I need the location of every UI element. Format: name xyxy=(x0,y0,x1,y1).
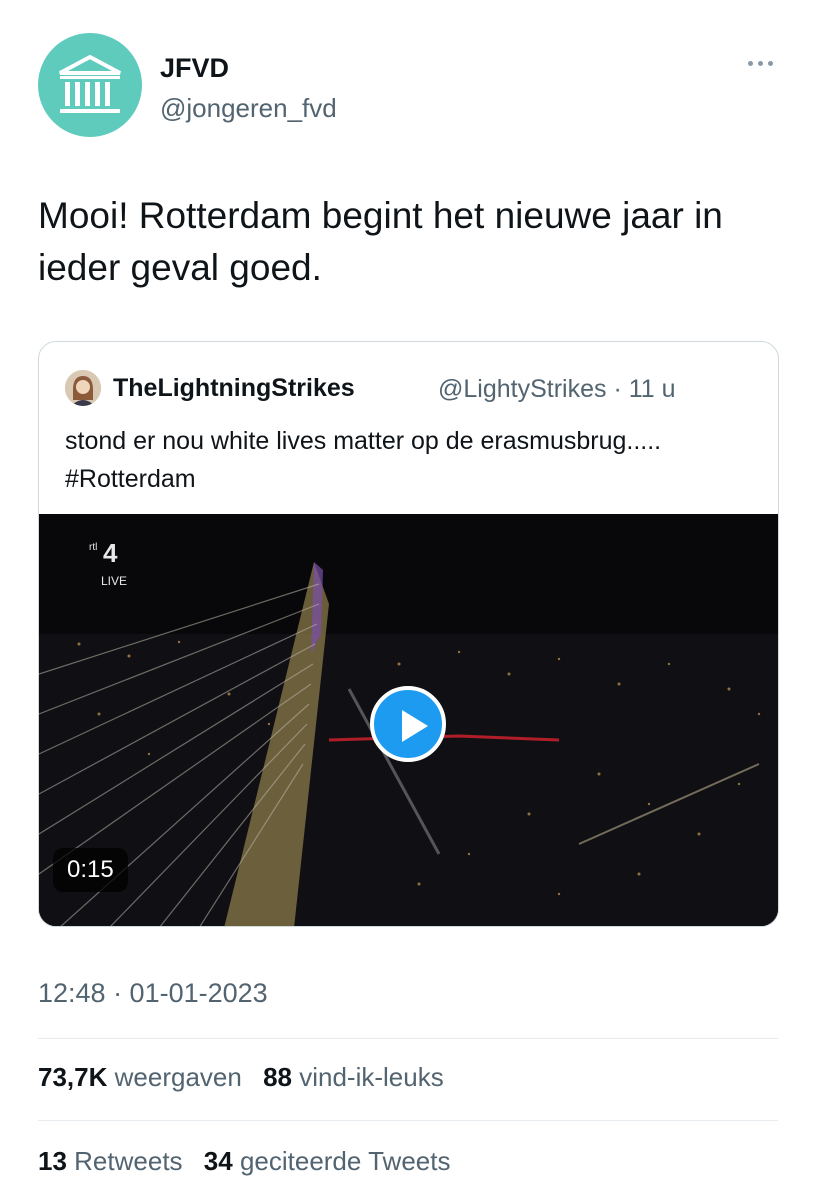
tweet-header: JFVD @jongeren_fvd xyxy=(38,33,778,137)
retweets-stat[interactable]: 13 Retweets xyxy=(38,1146,183,1177)
quoted-author-name[interactable]: TheLightningStrikes xyxy=(113,374,355,403)
views-label: weergaven xyxy=(114,1062,242,1092)
stats-row-views-likes: 73,7K weergaven 88 vind-ik-leuks xyxy=(38,1062,458,1093)
retweets-count: 13 xyxy=(38,1146,67,1176)
author-handle[interactable]: @jongeren_fvd xyxy=(160,93,337,124)
views-stat[interactable]: 73,7K weergaven xyxy=(38,1062,242,1093)
author-name[interactable]: JFVD xyxy=(160,53,229,84)
quoted-author-avatar[interactable] xyxy=(65,370,101,406)
tweet-text: Mooi! Rotterdam begint het nieuwe jaar i… xyxy=(38,195,723,288)
divider xyxy=(38,1120,778,1121)
divider xyxy=(38,1038,778,1039)
play-icon xyxy=(402,710,428,742)
tweet-timestamp[interactable]: 12:48 · 01-01-2023 xyxy=(38,978,268,1009)
quoted-tweet-card[interactable]: TheLightningStrikes @LightyStrikes · 11 … xyxy=(38,341,779,927)
quoted-author-handle-time[interactable]: @LightyStrikes · 11 u xyxy=(438,375,676,404)
likes-stat[interactable]: 88 vind-ik-leuks xyxy=(263,1062,444,1093)
person-icon xyxy=(65,370,101,406)
quote-tweets-label: geciteerde Tweets xyxy=(239,1146,451,1176)
play-button[interactable] xyxy=(370,686,446,762)
live-label: LIVE xyxy=(101,574,128,588)
quote-tweets-stat[interactable]: 34 geciteerde Tweets xyxy=(204,1146,451,1177)
rtl-logo-number: 4 xyxy=(103,538,118,568)
video-duration: 0:15 xyxy=(53,848,128,892)
quoted-tweet-header: TheLightningStrikes @LightyStrikes · 11 … xyxy=(65,370,765,408)
video-player[interactable]: rtl 4 LIVE 0:15 xyxy=(39,514,778,926)
quoted-tweet-text: stond er nou white lives matter op de er… xyxy=(65,427,662,493)
more-options-icon[interactable] xyxy=(746,55,776,71)
courthouse-icon xyxy=(59,54,121,113)
quote-tweets-count: 34 xyxy=(203,1146,233,1176)
author-avatar[interactable] xyxy=(38,33,142,137)
stats-row-retweets-quotes: 13 Retweets 34 geciteerde Tweets xyxy=(38,1146,464,1177)
rtl-logo-text: rtl xyxy=(89,542,98,553)
views-count: 73,7K xyxy=(38,1062,108,1092)
likes-count: 88 xyxy=(263,1062,292,1092)
likes-label: vind-ik-leuks xyxy=(299,1062,444,1092)
retweets-label: Retweets xyxy=(74,1146,183,1176)
